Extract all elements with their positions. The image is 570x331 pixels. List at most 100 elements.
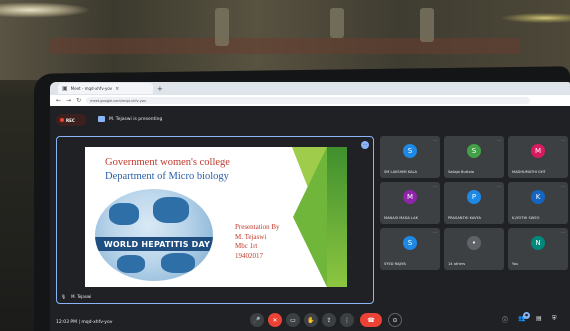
camera-button[interactable]: ✕ (268, 313, 282, 327)
rec-label: REC (66, 117, 75, 123)
more-icon[interactable]: ⋯ (561, 184, 565, 189)
avatar: S (403, 236, 417, 250)
bottle (420, 8, 434, 42)
participant-tile[interactable]: ⋯ S SM LAKSHMI KALA (380, 136, 440, 178)
meeting-controls: 12:03 PM | mqd-xhfv-yov 🎤 ✕ ▭ ✋ ⇪ ⋮ ☎ ⊙ … (50, 309, 570, 331)
more-icon[interactable]: ⋯ (433, 184, 437, 189)
info-icon[interactable]: ⓘ (502, 315, 508, 324)
main-presentation-tile[interactable]: ⋯ Government women's college Department … (56, 136, 374, 304)
mic-icon: 🎙 (61, 294, 67, 299)
avatar: M (403, 190, 417, 204)
meet-area: REC M. Tejaswi is presenting ⋯ Governmen… (50, 106, 570, 331)
participant-name: 14 others (448, 262, 466, 266)
activities-icon: ⊙ (392, 316, 398, 324)
more-icon[interactable]: ⋯ (497, 138, 501, 143)
presenter-details: Presentation By M. Tejaswi Mbc 1rt 19402… (235, 223, 280, 261)
globe-land (161, 253, 195, 273)
more-icon[interactable]: ⋯ (561, 138, 565, 143)
meeting-time: 12:03 PM | mqd-xhfv-yov (56, 320, 112, 325)
chat-icon[interactable]: ▤ (536, 315, 542, 322)
bottle (330, 8, 344, 38)
avatar: S (403, 144, 417, 158)
captions-button[interactable]: ▭ (286, 313, 300, 327)
shield-icon[interactable]: ⛨ (552, 315, 557, 323)
avatar: N (531, 236, 545, 250)
participant-count-badge: ● (523, 312, 530, 319)
camera-off-icon: ✕ (272, 316, 278, 324)
main-tile-label: 🎙 M. Tejaswi (61, 294, 91, 299)
presenter-line: Mbc 1rt (235, 242, 258, 250)
meet-favicon-icon: ▣ (62, 85, 68, 92)
activities-button[interactable]: ⊙ (388, 313, 402, 327)
participant-tile[interactable]: ⋯ S Sailaja Buttala (444, 136, 504, 178)
recording-badge: REC (56, 114, 86, 126)
more-icon: ⋮ (344, 316, 350, 324)
slide-decor (293, 147, 327, 287)
participant-name: Sailaja Buttala (448, 170, 474, 174)
more-icon[interactable]: ⋯ (561, 230, 565, 235)
presenting-indicator[interactable]: M. Tejaswi is presenting (98, 116, 162, 122)
present-icon: ⇪ (326, 316, 332, 324)
footer-time: 12:03 PM (56, 320, 77, 325)
raise-hand-icon: ✋ (307, 316, 315, 324)
presenter-line: 19402017 (235, 251, 263, 260)
tab-title: Meet - mqd-xhfv-yov (70, 86, 113, 91)
more-icon[interactable]: ⋯ (497, 184, 501, 189)
globe-land (153, 197, 189, 223)
presenting-label: M. Tejaswi is presenting (109, 116, 163, 122)
laptop-screen: ▣ Meet - mqd-xhfv-yov × + ← → ↻ meet.goo… (50, 82, 570, 331)
avatar: P (467, 190, 481, 204)
reload-icon[interactable]: ↻ (76, 97, 81, 104)
globe-land (109, 203, 139, 225)
more-options-button[interactable]: ⋮ (340, 313, 354, 327)
participant-tile[interactable]: ⋯ P PRASANTHI KAVYA (444, 182, 504, 224)
slide-decor (327, 147, 347, 287)
present-screen-icon (98, 116, 105, 122)
record-dot-icon (60, 118, 64, 122)
presenter-line: Presentation By (235, 223, 280, 231)
avatar: S (467, 144, 481, 158)
raise-hand-button[interactable]: ✋ (304, 313, 318, 327)
mic-icon: 🎤 (253, 316, 261, 324)
participant-tile[interactable]: ⋯ K K.JYOTHI SWEO (508, 182, 568, 224)
participant-tile[interactable]: ⋯ M MADHUMATHI GHT (508, 136, 568, 178)
more-options-icon[interactable]: ⋯ (361, 141, 369, 149)
end-call-button[interactable]: ☎ (360, 313, 382, 327)
participant-name: SYED RAJIYA (384, 262, 406, 266)
participant-name: You (512, 262, 519, 266)
photo-frame: ▣ Meet - mqd-xhfv-yov × + ← → ↻ meet.goo… (0, 0, 570, 331)
new-tab-icon[interactable]: + (157, 85, 163, 93)
end-call-icon: ☎ (367, 316, 375, 324)
captions-icon: ▭ (290, 316, 296, 324)
slide-title-line1: Government women's college (105, 157, 230, 168)
url-field[interactable]: meet.google.com/mqd-xhfv-yov (86, 97, 530, 104)
avatar: M (531, 144, 545, 158)
hepatitis-banner: WORLD HEPATITIS DAY (95, 237, 213, 251)
address-bar: ← → ↻ meet.google.com/mqd-xhfv-yov (50, 95, 570, 106)
participant-tile[interactable]: ⋯ S SYED RAJIYA (380, 228, 440, 270)
footer-code: mqd-xhfv-yov (81, 320, 113, 325)
close-icon[interactable]: × (115, 86, 119, 92)
participant-name: PRASANTHI KAVYA (448, 216, 481, 220)
back-icon[interactable]: ← (56, 97, 61, 104)
participant-name: MANASI MADA LAK (384, 216, 418, 220)
more-icon[interactable]: ⋯ (433, 230, 437, 235)
participant-name: MADHUMATHI GHT (512, 170, 546, 174)
participant-tile[interactable]: • 14 others (444, 228, 504, 270)
presenter-line: M. Tejaswi (235, 232, 267, 241)
presentation-slide: Government women's college Department of… (85, 147, 347, 287)
mic-button[interactable]: 🎤 (250, 313, 264, 327)
participant-name: SM LAKSHMI KALA (384, 170, 418, 174)
forward-icon[interactable]: → (66, 97, 71, 104)
bottle (215, 8, 229, 46)
participant-tile[interactable]: ⋯ N You (508, 228, 568, 270)
more-icon[interactable]: ⋯ (433, 138, 437, 143)
slide-title-line2: Department of Micro biology (105, 171, 229, 182)
browser-tab[interactable]: ▣ Meet - mqd-xhfv-yov × (58, 83, 153, 94)
globe-image: WORLD HEPATITIS DAY (95, 189, 213, 281)
globe-land (117, 255, 145, 273)
present-button[interactable]: ⇪ (322, 313, 336, 327)
avatar: K (531, 190, 545, 204)
group-avatar: • (467, 236, 481, 250)
participant-tile[interactable]: ⋯ M MANASI MADA LAK (380, 182, 440, 224)
